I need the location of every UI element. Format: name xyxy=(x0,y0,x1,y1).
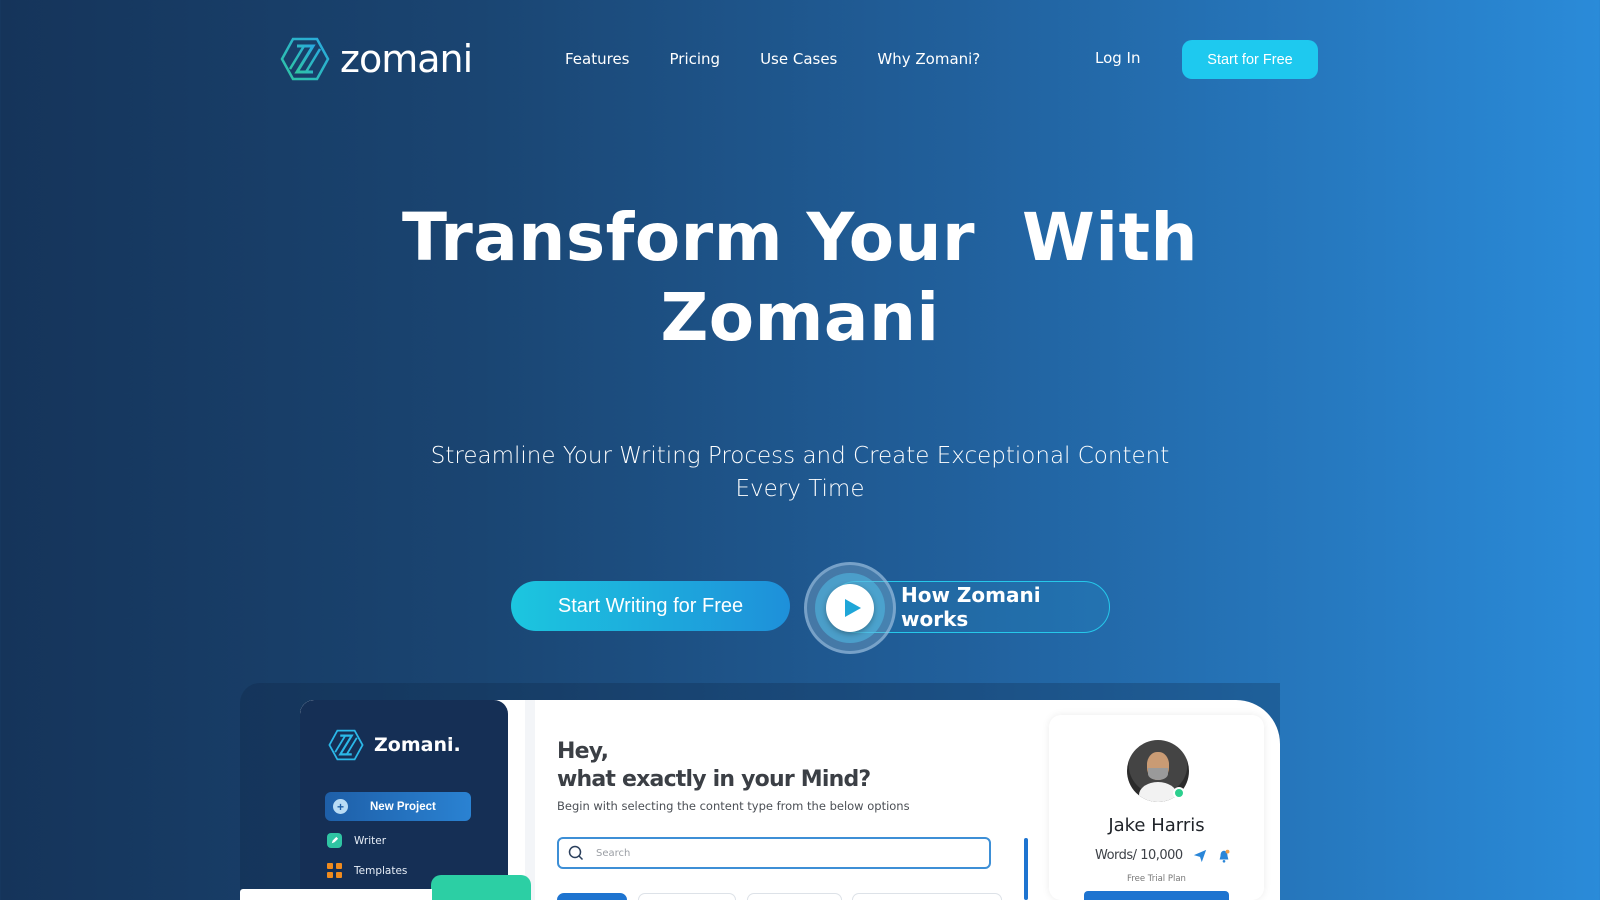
online-status-dot xyxy=(1173,787,1185,799)
hero-subtitle: Streamline Your Writing Process and Crea… xyxy=(430,443,1170,502)
brand-logo[interactable]: zomani xyxy=(280,36,473,82)
word-quota: Words/ 10,000 xyxy=(1095,848,1231,863)
nav-links: Features Pricing Use Cases Why Zomani? xyxy=(565,50,980,68)
brand-name: zomani xyxy=(340,37,473,81)
plus-icon: + xyxy=(333,799,348,814)
how-it-works-label: How Zomani works xyxy=(901,583,1041,631)
hero-title: Transform Your With Zomani xyxy=(0,198,1600,358)
app-main: Hey, what exactly in your Mind? Begin wi… xyxy=(533,700,1028,900)
scroll-indicator[interactable] xyxy=(1024,838,1028,900)
content-type-chip[interactable] xyxy=(638,893,736,900)
new-project-label: New Project xyxy=(370,800,436,813)
search-icon xyxy=(568,845,584,861)
sidebar-item-templates[interactable]: Templates xyxy=(327,863,407,878)
greeting-line-2: what exactly in your Mind? xyxy=(557,767,871,792)
floating-card xyxy=(240,889,432,900)
play-ring xyxy=(815,573,885,643)
zomani-logo-icon xyxy=(328,729,364,761)
new-project-button[interactable]: + New Project xyxy=(325,792,471,821)
play-icon xyxy=(845,599,861,617)
start-for-free-button[interactable]: Start for Free xyxy=(1182,40,1318,79)
hero-title-line-1: Transform Your With xyxy=(401,199,1198,276)
greeting: Hey, what exactly in your Mind? xyxy=(557,738,871,794)
send-icon[interactable] xyxy=(1193,849,1207,863)
app-brand-name: Zomani. xyxy=(374,734,461,756)
instruction-text: Begin with selecting the content type fr… xyxy=(557,799,910,813)
app-logo: Zomani. xyxy=(328,728,461,762)
bell-icon[interactable] xyxy=(1217,849,1231,863)
plan-label: Free Trial Plan xyxy=(1127,874,1186,884)
upgrade-button[interactable] xyxy=(1084,891,1229,900)
sidebar-item-label: Writer xyxy=(354,834,387,847)
pen-icon xyxy=(327,833,342,848)
content-type-chip[interactable] xyxy=(852,893,1002,900)
sidebar-item-writer[interactable]: Writer xyxy=(327,833,386,848)
greeting-line-1: Hey, xyxy=(557,739,609,764)
nav-link-features[interactable]: Features xyxy=(565,50,630,68)
play-video-button[interactable] xyxy=(804,562,896,654)
avatar-beard xyxy=(1148,768,1168,780)
sidebar-item-label: Templates xyxy=(354,864,408,877)
grid-icon xyxy=(327,863,342,878)
avatar-shirt xyxy=(1139,782,1177,802)
content-type-chip[interactable] xyxy=(557,893,627,900)
profile-card: Jake Harris Words/ 10,000 Free Trial Pla… xyxy=(1049,715,1264,900)
start-writing-button[interactable]: Start Writing for Free xyxy=(511,581,790,631)
nav-link-why-zomani[interactable]: Why Zomani? xyxy=(877,50,980,68)
hero-title-line-2: Zomani xyxy=(660,279,940,356)
play-button-core xyxy=(826,584,874,632)
profile-name: Jake Harris xyxy=(1108,815,1205,836)
nav-link-pricing[interactable]: Pricing xyxy=(670,50,721,68)
top-navigation: zomani Features Pricing Use Cases Why Zo… xyxy=(0,0,1600,120)
floating-card-tab xyxy=(431,875,531,900)
panel-separator xyxy=(525,700,535,900)
nav-link-use-cases[interactable]: Use Cases xyxy=(760,50,837,68)
search-input[interactable] xyxy=(596,847,956,859)
word-count: Words/ 10,000 xyxy=(1095,848,1183,863)
zomani-logo-icon xyxy=(280,37,330,81)
search-box[interactable] xyxy=(557,837,991,869)
login-link[interactable]: Log In xyxy=(1095,49,1141,67)
content-type-chip[interactable] xyxy=(747,893,842,900)
